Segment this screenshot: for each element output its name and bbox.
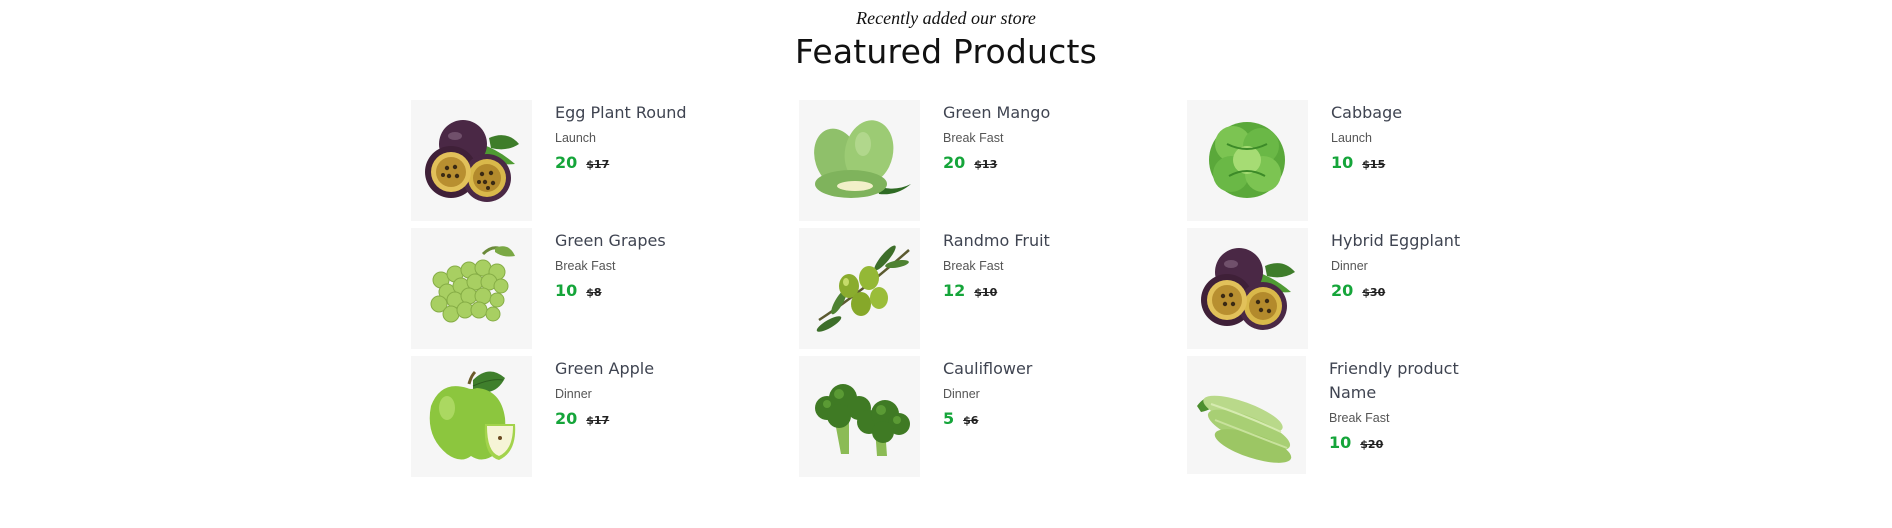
product-card[interactable]: Green Mango Break Fast 20 13 — [799, 100, 1187, 228]
product-price: 5 — [943, 409, 955, 428]
product-price: 10 — [1329, 433, 1352, 452]
product-name[interactable]: Green Grapes — [555, 229, 715, 253]
green-grapes-icon — [430, 246, 515, 323]
product-image[interactable] — [799, 356, 920, 477]
product-image[interactable] — [1187, 356, 1306, 474]
product-category: Launch — [1331, 131, 1373, 145]
product-grid: Egg Plant Round Launch 20 17 — [411, 100, 1487, 484]
product-name[interactable]: Hybrid Eggplant — [1331, 229, 1491, 253]
product-old-price: 6 — [963, 414, 979, 427]
product-name[interactable]: Green Apple — [555, 357, 715, 381]
zucchini-icon — [1197, 395, 1292, 463]
green-mango-icon — [814, 120, 911, 198]
product-prices: 10 20 — [1329, 433, 1489, 452]
product-card[interactable]: Hybrid Eggplant Dinner 20 30 — [1187, 228, 1487, 356]
product-old-price: 13 — [974, 158, 997, 171]
product-name[interactable]: Cabbage — [1331, 101, 1491, 125]
broccoli-icon — [815, 384, 910, 456]
product-card[interactable]: Cabbage Launch 10 15 — [1187, 100, 1487, 228]
olive-branch-icon — [816, 245, 910, 332]
product-card[interactable]: Green Apple Dinner 20 17 — [411, 356, 799, 484]
product-category: Dinner — [1331, 259, 1368, 273]
product-image[interactable] — [411, 228, 532, 349]
product-info: Cabbage Launch 10 15 — [1331, 100, 1491, 172]
product-category: Launch — [555, 131, 597, 145]
product-prices: 20 17 — [555, 409, 715, 428]
product-prices: 10 8 — [555, 281, 715, 300]
product-price: 20 — [555, 153, 578, 172]
product-image[interactable] — [411, 356, 532, 477]
product-info: Cauliflower Dinner 5 6 — [943, 356, 1103, 428]
passion-fruit-icon — [1201, 248, 1295, 330]
product-name[interactable]: Green Mango — [943, 101, 1103, 125]
product-old-price: 17 — [586, 414, 609, 427]
section-title: Featured Products — [794, 32, 1098, 71]
product-old-price: 8 — [586, 286, 602, 299]
product-info: Green Grapes Break Fast 10 8 — [555, 228, 715, 300]
product-card[interactable]: Cauliflower Dinner 5 6 — [799, 356, 1187, 484]
product-info: Randmo Fruit Break Fast 12 10 — [943, 228, 1103, 300]
product-price: 10 — [1331, 153, 1354, 172]
green-apple-icon — [429, 370, 516, 460]
product-prices: 10 15 — [1331, 153, 1491, 172]
product-old-price: 30 — [1362, 286, 1385, 299]
product-image[interactable] — [1187, 228, 1308, 349]
product-card[interactable]: Egg Plant Round Launch 20 17 — [411, 100, 799, 228]
product-name[interactable]: Friendly product Name — [1329, 357, 1489, 405]
product-price: 20 — [1331, 281, 1354, 300]
product-info: Friendly product Name Break Fast 10 20 — [1329, 356, 1489, 452]
product-prices: 12 10 — [943, 281, 1103, 300]
passion-fruit-icon — [425, 120, 519, 202]
product-category: Break Fast — [555, 259, 616, 273]
product-category: Break Fast — [943, 259, 1004, 273]
product-old-price: 15 — [1362, 158, 1385, 171]
product-prices: 20 13 — [943, 153, 1103, 172]
product-prices: 5 6 — [943, 409, 1103, 428]
product-image[interactable] — [799, 228, 920, 349]
product-prices: 20 30 — [1331, 281, 1491, 300]
product-card[interactable]: Green Grapes Break Fast 10 8 — [411, 228, 799, 356]
product-name[interactable]: Egg Plant Round — [555, 101, 715, 125]
product-info: Green Mango Break Fast 20 13 — [943, 100, 1103, 172]
lettuce-icon — [1209, 122, 1285, 198]
product-price: 20 — [943, 153, 966, 172]
product-category: Break Fast — [1329, 411, 1390, 425]
featured-products-section: Recently added our store Featured Produc… — [0, 0, 1892, 528]
product-name[interactable]: Cauliflower — [943, 357, 1103, 381]
product-category: Break Fast — [943, 131, 1004, 145]
product-old-price: 20 — [1360, 438, 1383, 451]
section-subtitle: Recently added our store — [856, 8, 1036, 28]
product-info: Hybrid Eggplant Dinner 20 30 — [1331, 228, 1491, 300]
product-image[interactable] — [411, 100, 532, 221]
product-info: Green Apple Dinner 20 17 — [555, 356, 715, 428]
product-info: Egg Plant Round Launch 20 17 — [555, 100, 715, 172]
product-name[interactable]: Randmo Fruit — [943, 229, 1103, 253]
product-prices: 20 17 — [555, 153, 715, 172]
product-price: 20 — [555, 409, 578, 428]
product-old-price: 17 — [586, 158, 609, 171]
product-old-price: 10 — [974, 286, 997, 299]
product-price: 12 — [943, 281, 966, 300]
product-card[interactable]: Friendly product Name Break Fast 10 20 — [1187, 356, 1487, 484]
product-category: Dinner — [943, 387, 980, 401]
product-image[interactable] — [799, 100, 920, 221]
product-card[interactable]: Randmo Fruit Break Fast 12 10 — [799, 228, 1187, 356]
product-image[interactable] — [1187, 100, 1308, 221]
product-price: 10 — [555, 281, 578, 300]
product-category: Dinner — [555, 387, 592, 401]
